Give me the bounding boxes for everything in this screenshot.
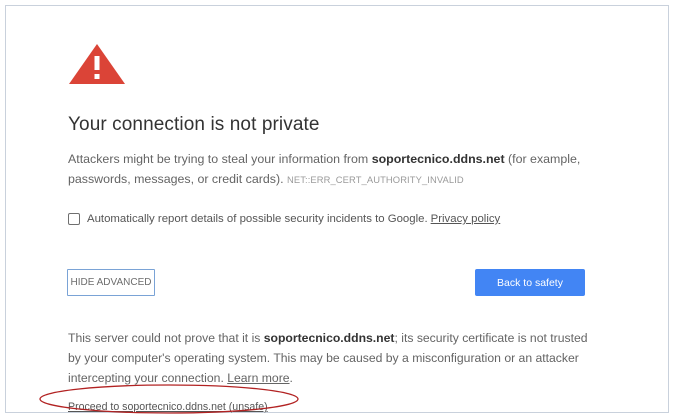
advanced-details: This server could not prove that it is s… [68,328,596,388]
page-title: Your connection is not private [68,114,320,135]
learn-more-link[interactable]: Learn more [227,371,289,385]
main-message: Attackers might be trying to steal your … [68,149,588,190]
domain-name: soportecnico.ddns.net [371,152,505,166]
privacy-policy-link[interactable]: Privacy policy [431,213,501,225]
desc-text-1: Attackers might be trying to steal your … [68,152,372,166]
report-label: Automatically report details of possible… [87,213,428,225]
hide-advanced-button[interactable]: HIDE ADVANCED [67,269,155,296]
detail-end: . [289,371,293,385]
warning-triangle-icon [69,44,125,84]
detail-text-1: This server could not prove that it is [68,331,264,345]
report-option: Automatically report details of possible… [68,213,500,225]
detail-domain: soportecnico.ddns.net [263,331,395,345]
back-to-safety-button[interactable]: Back to safety [475,269,585,296]
error-code: NET::ERR_CERT_AUTHORITY_INVALID [286,174,464,185]
proceed-unsafe-link[interactable]: Proceed to soportecnico.ddns.net (unsafe… [68,401,268,413]
report-checkbox[interactable] [68,213,80,225]
interstitial-page: Your connection is not private Attackers… [5,5,669,413]
